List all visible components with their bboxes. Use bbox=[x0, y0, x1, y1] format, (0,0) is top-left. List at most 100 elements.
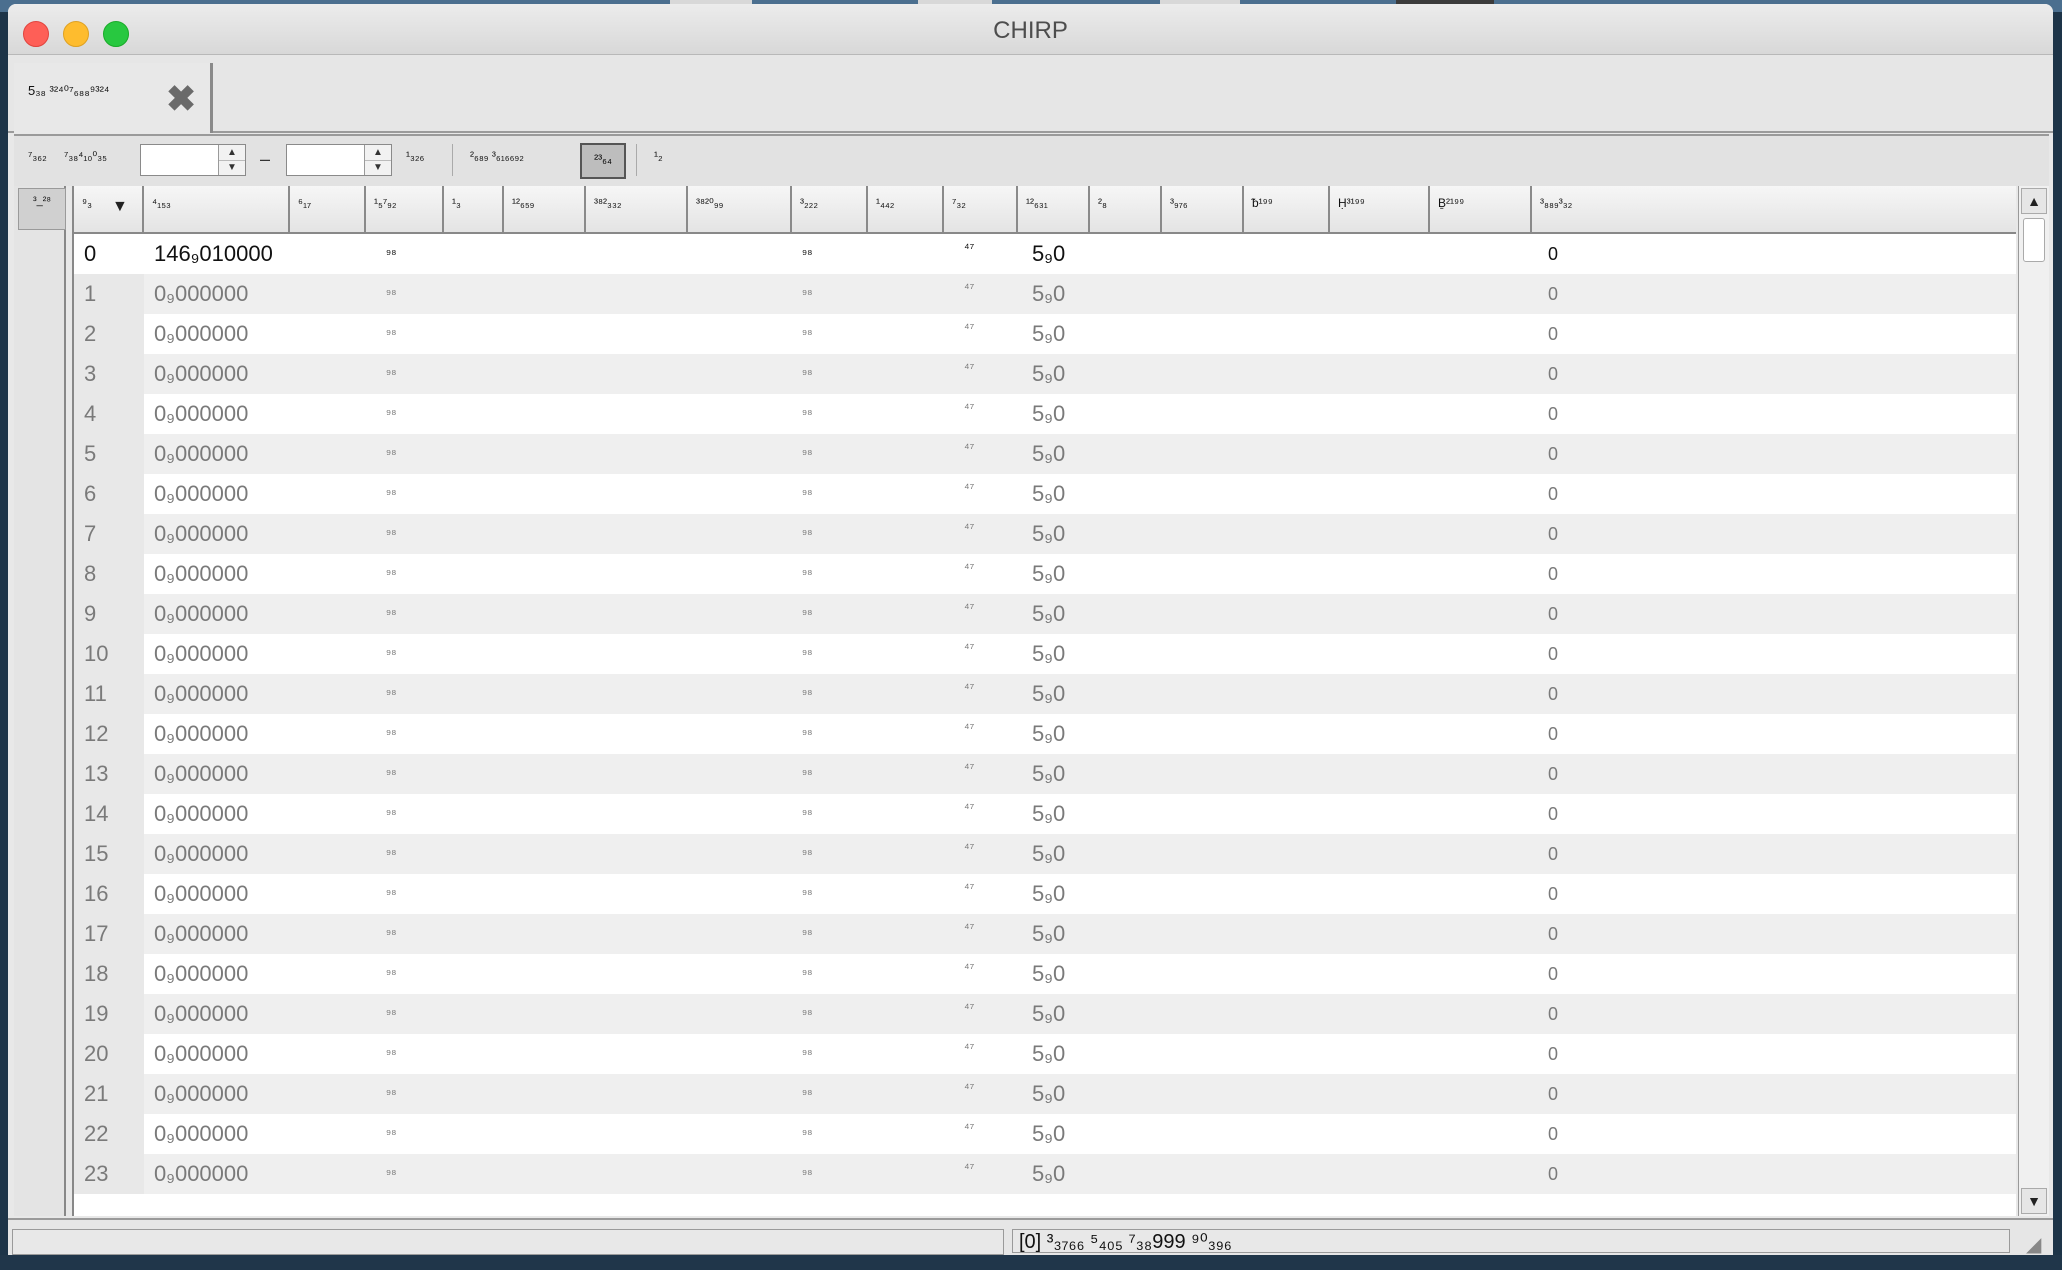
row-index[interactable]: 3 bbox=[74, 354, 144, 394]
row-index[interactable]: 4 bbox=[74, 394, 144, 434]
offset-cell[interactable]: 5₉0 bbox=[1032, 714, 1065, 754]
tone-cell-2[interactable]: ₉₈ bbox=[802, 470, 813, 510]
offset-cell[interactable]: 5₉0 bbox=[1032, 354, 1065, 394]
table-row[interactable]: 15 0₉000000 ₉₈ ₉₈ ⁴⁷ 5₉0 0 bbox=[74, 834, 2016, 874]
tone-cell[interactable]: ₉₈ bbox=[386, 1110, 397, 1150]
duplex-cell[interactable]: ⁴⁷ bbox=[964, 588, 974, 628]
table-row[interactable]: 20 0₉000000 ₉₈ ₉₈ ⁴⁷ 5₉0 0 bbox=[74, 1034, 2016, 1074]
scroll-thumb[interactable] bbox=[2023, 218, 2045, 262]
tone-cell-2[interactable]: ₉₈ bbox=[802, 390, 813, 430]
tone-cell[interactable]: ₉₈ bbox=[386, 1070, 397, 1110]
tone-cell-2[interactable]: ₉₈ bbox=[802, 270, 813, 310]
tone-cell[interactable]: ₉₈ bbox=[386, 750, 397, 790]
row-index[interactable]: 23 bbox=[74, 1154, 144, 1194]
tone-cell-2[interactable]: ₉₈ bbox=[802, 990, 813, 1030]
tone-cell[interactable]: ₉₈ bbox=[386, 870, 397, 910]
table-row[interactable]: 0 146₉010000 ₉₈ ₉₈ ⁴⁷ 5₉0 0 bbox=[74, 234, 2016, 274]
table-row[interactable]: 4 0₉000000 ₉₈ ₉₈ ⁴⁷ 5₉0 0 bbox=[74, 394, 2016, 434]
table-row[interactable]: 1 0₉000000 ₉₈ ₉₈ ⁴⁷ 5₉0 0 bbox=[74, 274, 2016, 314]
skip-cell[interactable]: 0 bbox=[1548, 514, 1558, 554]
table-row[interactable]: 3 0₉000000 ₉₈ ₉₈ ⁴⁷ 5₉0 0 bbox=[74, 354, 2016, 394]
tone-cell[interactable]: ₉₈ bbox=[386, 910, 397, 950]
offset-cell[interactable]: 5₉0 bbox=[1032, 874, 1065, 914]
skip-cell[interactable]: 0 bbox=[1548, 714, 1558, 754]
skip-cell[interactable]: 0 bbox=[1548, 354, 1558, 394]
tone-cell-2[interactable]: ₉₈ bbox=[802, 1110, 813, 1150]
offset-cell[interactable]: 5₉0 bbox=[1032, 954, 1065, 994]
tone-cell-2[interactable]: ₉₈ bbox=[802, 950, 813, 990]
tone-cell[interactable]: ₉₈ bbox=[386, 710, 397, 750]
column-header-4[interactable]: ¹₅⁷₉₂ bbox=[366, 186, 444, 232]
duplex-cell[interactable]: ⁴⁷ bbox=[964, 868, 974, 908]
skip-cell[interactable]: 0 bbox=[1548, 474, 1558, 514]
range-from-spinbox[interactable]: ▲ ▼ bbox=[140, 144, 246, 176]
offset-cell[interactable]: 5₉0 bbox=[1032, 1154, 1065, 1194]
row-index[interactable]: 8 bbox=[74, 554, 144, 594]
range-from-stepper[interactable]: ▲ ▼ bbox=[218, 145, 245, 175]
tone-cell-2[interactable]: ₉₈ bbox=[802, 430, 813, 470]
table-row[interactable]: 10 0₉000000 ₉₈ ₉₈ ⁴⁷ 5₉0 0 bbox=[74, 634, 2016, 674]
tone-cell[interactable]: ₉₈ bbox=[386, 230, 397, 270]
duplex-cell[interactable]: ⁴⁷ bbox=[964, 228, 974, 268]
table-row[interactable]: 21 0₉000000 ₉₈ ₉₈ ⁴⁷ 5₉0 0 bbox=[74, 1074, 2016, 1114]
toolbar-toggle-button[interactable]: ²³₆₄ bbox=[580, 143, 626, 179]
row-index[interactable]: 13 bbox=[74, 754, 144, 794]
skip-cell[interactable]: 0 bbox=[1548, 994, 1558, 1034]
frequency-cell[interactable]: 0₉000000 bbox=[154, 1034, 248, 1074]
skip-cell[interactable]: 0 bbox=[1548, 674, 1558, 714]
table-row[interactable]: 6 0₉000000 ₉₈ ₉₈ ⁴⁷ 5₉0 0 bbox=[74, 474, 2016, 514]
row-index[interactable]: 9 bbox=[74, 594, 144, 634]
spin-down-icon[interactable]: ▼ bbox=[219, 160, 245, 175]
row-index[interactable]: 16 bbox=[74, 874, 144, 914]
table-row[interactable]: 7 0₉000000 ₉₈ ₉₈ ⁴⁷ 5₉0 0 bbox=[74, 514, 2016, 554]
frequency-cell[interactable]: 0₉000000 bbox=[154, 634, 248, 674]
frequency-cell[interactable]: 0₉000000 bbox=[154, 994, 248, 1034]
corner-button[interactable]: ³_²⁸ bbox=[18, 188, 66, 230]
tone-cell-2[interactable]: ₉₈ bbox=[802, 750, 813, 790]
frequency-cell[interactable]: 0₉000000 bbox=[154, 314, 248, 354]
toolbar-button-3[interactable]: ¹₃₂₆ bbox=[406, 149, 424, 163]
frequency-cell[interactable]: 0₉000000 bbox=[154, 1154, 248, 1194]
offset-cell[interactable]: 5₉0 bbox=[1032, 834, 1065, 874]
table-row[interactable]: 2 0₉000000 ₉₈ ₉₈ ⁴⁷ 5₉0 0 bbox=[74, 314, 2016, 354]
frequency-cell[interactable]: 0₉000000 bbox=[154, 474, 248, 514]
duplex-cell[interactable]: ⁴⁷ bbox=[964, 908, 974, 948]
row-index[interactable]: 15 bbox=[74, 834, 144, 874]
column-header-7[interactable]: ³⁸²₃₃₂ bbox=[586, 186, 688, 232]
offset-cell[interactable]: 5₉0 bbox=[1032, 754, 1065, 794]
column-header-15[interactable]: ᵬ¹⁹⁹ bbox=[1244, 186, 1330, 232]
frequency-cell[interactable]: 0₉000000 bbox=[154, 674, 248, 714]
row-index[interactable]: 10 bbox=[74, 634, 144, 674]
skip-cell[interactable]: 0 bbox=[1548, 1074, 1558, 1114]
offset-cell[interactable]: 5₉0 bbox=[1032, 994, 1065, 1034]
range-to-spinbox[interactable]: ▲ ▼ bbox=[286, 144, 392, 176]
offset-cell[interactable]: 5₉0 bbox=[1032, 914, 1065, 954]
tone-cell-2[interactable]: ₉₈ bbox=[802, 1150, 813, 1190]
tone-cell[interactable]: ₉₈ bbox=[386, 1030, 397, 1070]
spin-up-icon[interactable]: ▲ bbox=[365, 145, 391, 161]
tone-cell[interactable]: ₉₈ bbox=[386, 790, 397, 830]
row-index[interactable]: 21 bbox=[74, 1074, 144, 1114]
offset-cell[interactable]: 5₉0 bbox=[1032, 594, 1065, 634]
tone-cell-2[interactable]: ₉₈ bbox=[802, 910, 813, 950]
tone-cell-2[interactable]: ₉₈ bbox=[802, 350, 813, 390]
frequency-cell[interactable]: 0₉000000 bbox=[154, 394, 248, 434]
offset-cell[interactable]: 5₉0 bbox=[1032, 434, 1065, 474]
column-header-13[interactable]: ²₈ bbox=[1090, 186, 1162, 232]
duplex-cell[interactable]: ⁴⁷ bbox=[964, 1148, 974, 1188]
frequency-cell[interactable]: 0₉000000 bbox=[154, 514, 248, 554]
column-header-12[interactable]: ¹²₆₃₁ bbox=[1018, 186, 1090, 232]
tone-cell-2[interactable]: ₉₈ bbox=[802, 790, 813, 830]
column-header-18[interactable]: ³₈₈₉³₃₂ bbox=[1532, 186, 2016, 232]
tone-cell[interactable]: ₉₈ bbox=[386, 430, 397, 470]
tone-cell-2[interactable]: ₉₈ bbox=[802, 710, 813, 750]
sort-descending-icon[interactable]: ▼ bbox=[112, 198, 128, 216]
offset-cell[interactable]: 5₉0 bbox=[1032, 234, 1065, 274]
duplex-cell[interactable]: ⁴⁷ bbox=[964, 828, 974, 868]
offset-cell[interactable]: 5₉0 bbox=[1032, 514, 1065, 554]
frequency-cell[interactable]: 146₉010000 bbox=[154, 234, 273, 274]
table-row[interactable]: 12 0₉000000 ₉₈ ₉₈ ⁴⁷ 5₉0 0 bbox=[74, 714, 2016, 754]
frequency-cell[interactable]: 0₉000000 bbox=[154, 1074, 248, 1114]
row-index[interactable]: 7 bbox=[74, 514, 144, 554]
duplex-cell[interactable]: ⁴⁷ bbox=[964, 668, 974, 708]
